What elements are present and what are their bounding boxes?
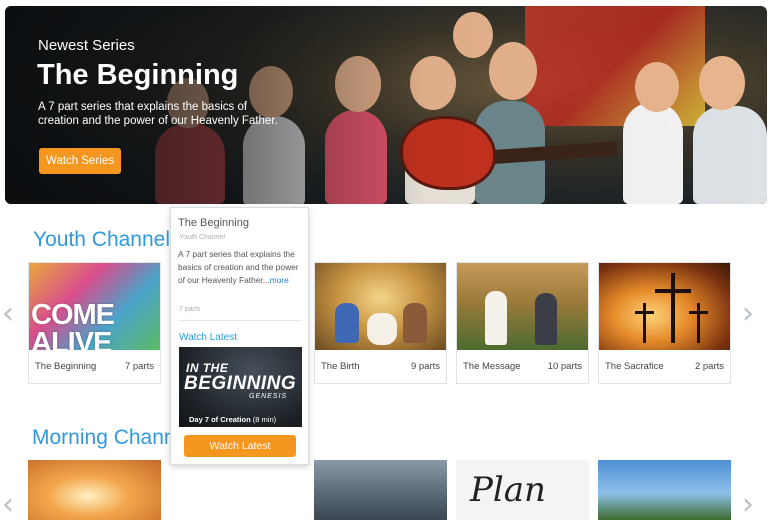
series-parts: 2 parts xyxy=(694,361,724,372)
thumbnail-text: Plan xyxy=(470,470,546,510)
popup-title: The Beginning xyxy=(178,217,249,229)
series-thumbnail xyxy=(457,263,588,350)
series-parts: 9 parts xyxy=(410,361,440,372)
series-parts: 10 parts xyxy=(547,361,582,372)
youth-channel-title: Youth Channel xyxy=(33,228,171,251)
watch-series-button[interactable]: Watch Series xyxy=(39,148,121,174)
popup-description: A 7 part series that explains the basics… xyxy=(178,248,303,287)
series-title: The Message xyxy=(463,361,521,372)
hero-title: The Beginning xyxy=(37,59,239,91)
series-thumbnail: COME ALIVE xyxy=(29,263,160,350)
chevron-left-icon[interactable]: ‹ xyxy=(2,299,14,329)
series-card[interactable]: The Message 10 parts xyxy=(456,262,589,384)
latest-episode-thumbnail[interactable]: IN THE BEGINNING GENESIS Day 7 of Creati… xyxy=(179,347,302,427)
series-thumbnail xyxy=(315,263,446,350)
chevron-right-icon[interactable]: › xyxy=(742,490,754,520)
chevron-left-icon[interactable]: ‹ xyxy=(2,490,14,520)
morning-channel-title: Morning Channel xyxy=(32,426,192,449)
series-card[interactable] xyxy=(28,460,161,520)
thumbnail-text: COME ALIVE xyxy=(31,299,115,351)
hero-banner: Newest Series The Beginning A 7 part ser… xyxy=(5,6,767,204)
series-title: The Sacrafice xyxy=(605,361,664,372)
more-link[interactable]: more xyxy=(270,275,289,285)
series-parts: 7 parts xyxy=(124,361,154,372)
popup-parts: 7 parts xyxy=(179,306,201,313)
watch-latest-label: Watch Latest xyxy=(179,332,237,343)
series-title: The Beginning xyxy=(35,361,97,372)
series-popup: The Beginning Youth Channel A 7 part ser… xyxy=(170,207,309,465)
series-card[interactable]: The Sacrafice 2 parts xyxy=(598,262,731,384)
episode-caption: Day 7 of Creation (8 min) xyxy=(189,415,277,424)
series-card[interactable]: The Birth 9 parts xyxy=(314,262,447,384)
chevron-right-icon[interactable]: › xyxy=(742,299,754,329)
thumbnail-line-3: GENESIS xyxy=(249,393,288,400)
series-card[interactable] xyxy=(314,460,447,520)
thumbnail-line-2: BEGINNING xyxy=(184,373,297,394)
hero-kicker: Newest Series xyxy=(38,37,135,54)
series-card[interactable]: Plan xyxy=(456,460,589,520)
series-thumbnail xyxy=(599,263,730,350)
series-card[interactable] xyxy=(598,460,731,520)
watch-latest-button[interactable]: Watch Latest xyxy=(184,435,296,457)
page: Newest Series The Beginning A 7 part ser… xyxy=(0,0,772,520)
series-card[interactable]: COME ALIVE The Beginning 7 parts xyxy=(28,262,161,384)
hero-description: A 7 part series that explains the basics… xyxy=(38,101,278,127)
popup-channel: Youth Channel xyxy=(179,234,225,241)
popup-divider xyxy=(178,320,302,321)
series-title: The Birth xyxy=(321,361,360,372)
